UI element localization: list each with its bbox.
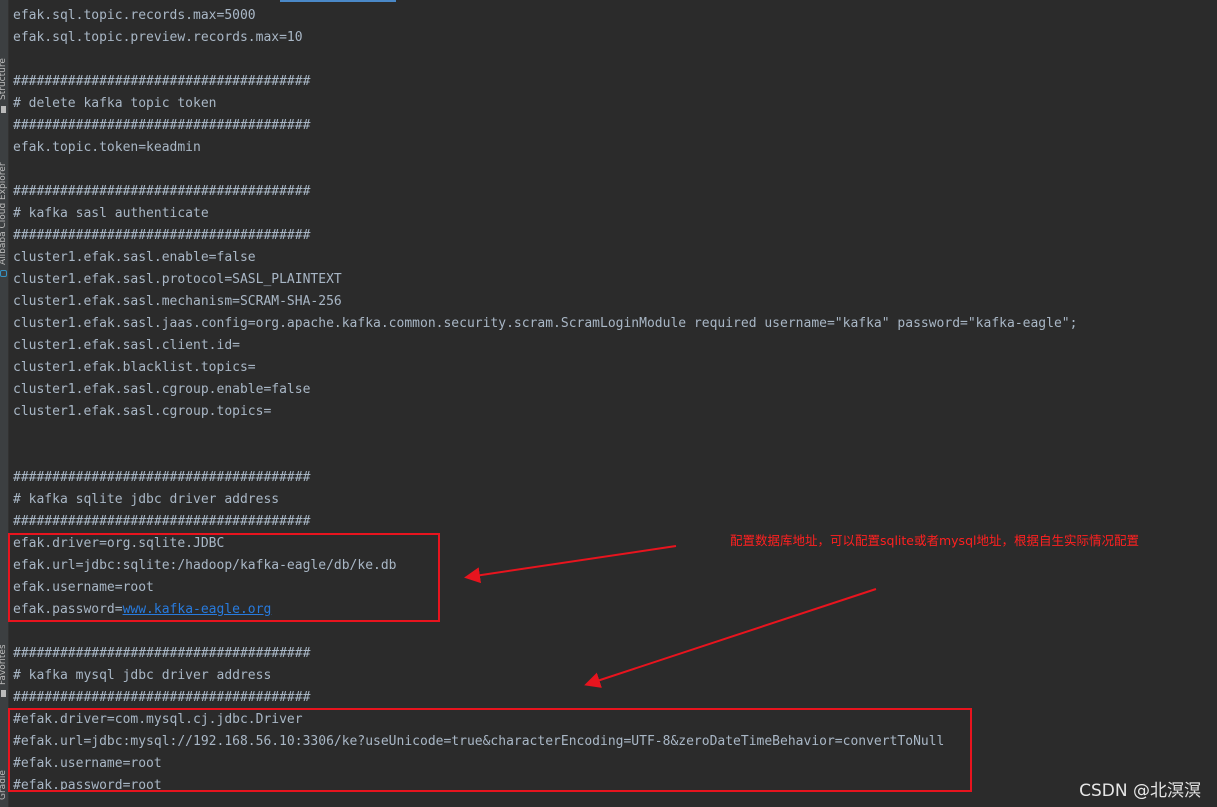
watermark: CSDN @北溟溟: [1079, 781, 1201, 801]
arrow-to-sqlite: [464, 545, 677, 584]
annotation-text: 配置数据库地址，可以配置sqlite或者mysql地址，根据自生实际情况配置: [730, 533, 1139, 548]
arrow-to-mysql: [584, 588, 877, 688]
annotation-arrows: [464, 545, 877, 688]
